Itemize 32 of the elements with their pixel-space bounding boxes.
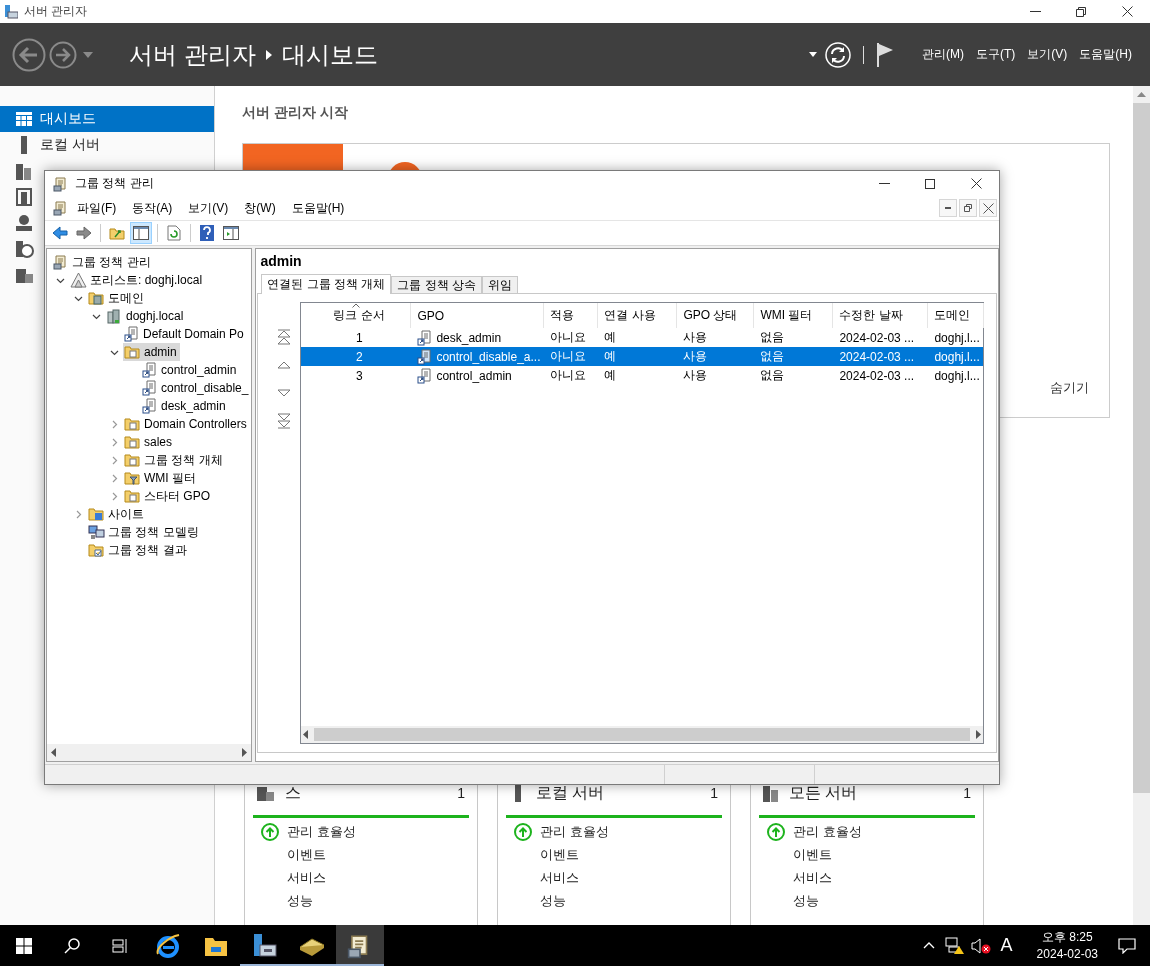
- table-cell-text: 아니요: [549, 348, 588, 365]
- table-cell-text: doghj.l...: [933, 348, 981, 366]
- table-cell: control_admin: [411, 366, 545, 385]
- table-cell-text: 3: [355, 367, 364, 385]
- table-cell-text: 2024-02-03 ...: [838, 348, 916, 366]
- table-cell-text: 없음: [759, 348, 786, 365]
- section-heading: 서버 관리자 시작: [242, 104, 349, 122]
- table-cell-text: 아니요: [549, 329, 588, 346]
- window-title: 그룹 정책 관리: [75, 175, 154, 192]
- table-cell-text: doghj.l...: [933, 367, 981, 385]
- panel-title: admin: [259, 252, 303, 271]
- table-cell-text: doghj.l...: [933, 329, 981, 347]
- table-cell-text: 사용: [682, 329, 709, 346]
- table-cell-text: 사용: [682, 348, 709, 365]
- table-cell-text: 아니요: [549, 367, 588, 384]
- tile-count: 1: [963, 785, 971, 801]
- tile-count: 1: [457, 785, 465, 801]
- table-cell-text: 1: [355, 329, 364, 347]
- table-cell: desk_admin: [411, 328, 545, 347]
- table-cell-text: 2024-02-03 ...: [838, 329, 916, 347]
- table-cell: control_disable_a...: [411, 347, 545, 366]
- table-cell-text: 예: [603, 329, 618, 346]
- table-cell-text: 2024-02-03 ...: [838, 367, 916, 385]
- tile-count: 1: [710, 785, 718, 801]
- table-cell-text: 사용: [682, 367, 709, 384]
- table-cell-text: 예: [603, 367, 618, 384]
- table-cell-text: 없음: [759, 329, 786, 346]
- window-title: 서버 관리자: [24, 3, 88, 20]
- table-cell-text: 예: [603, 348, 618, 365]
- breadcrumb-item: 대시보드: [281, 39, 378, 70]
- table-cell-text: 없음: [759, 367, 786, 384]
- table-cell-text: 2: [355, 348, 364, 366]
